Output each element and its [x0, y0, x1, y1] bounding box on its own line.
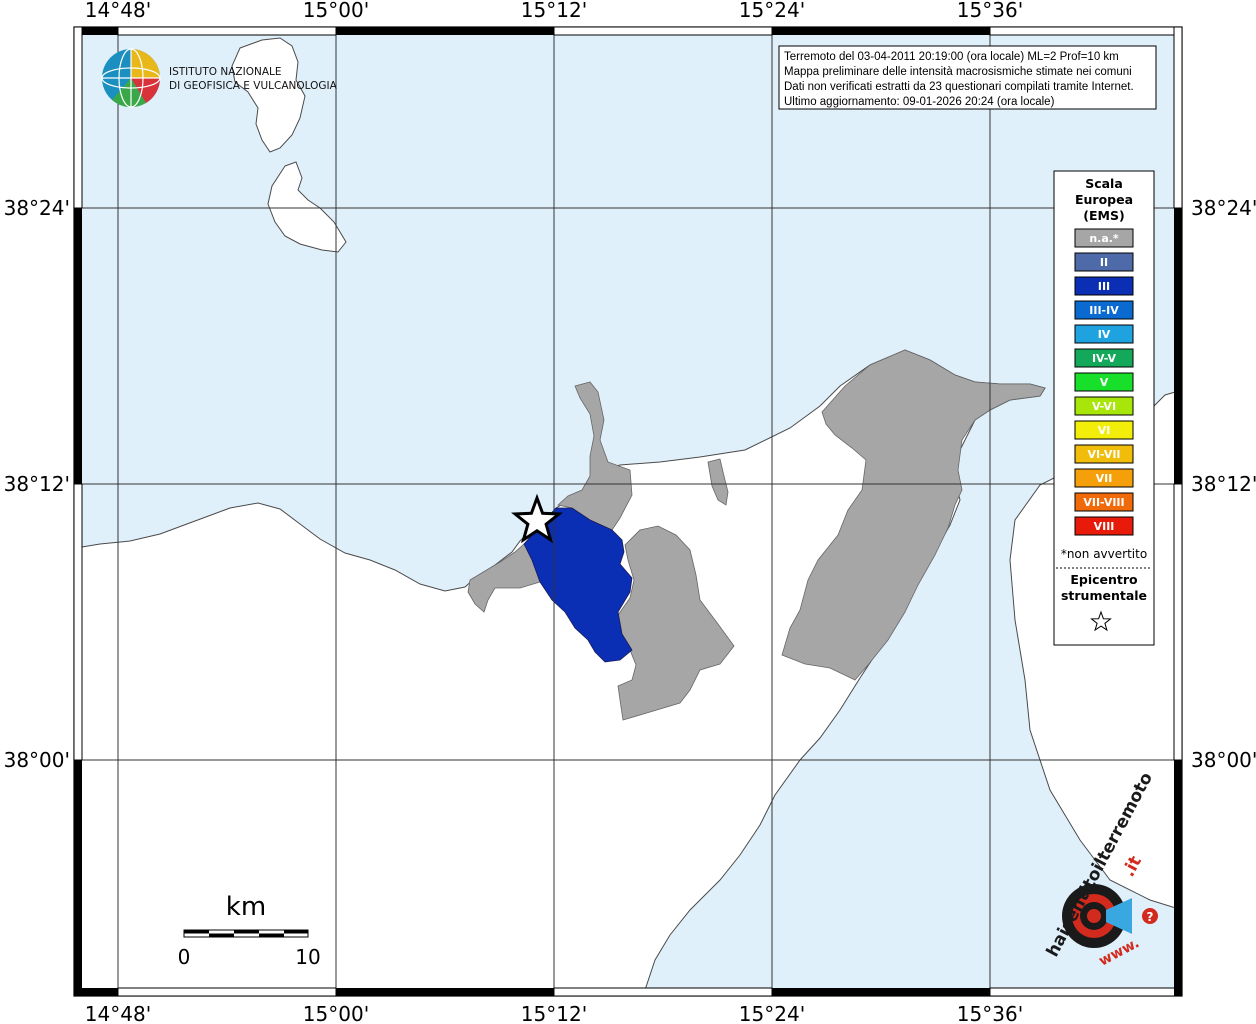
legend-item-label: III [1098, 280, 1110, 293]
legend-item-label: II [1100, 256, 1108, 269]
legend-item-label: VI-VII [1087, 448, 1120, 461]
legend-item-label: III-IV [1089, 304, 1119, 317]
svg-text:?: ? [1147, 910, 1154, 924]
lon-label-top-5: 15°36' [957, 0, 1023, 22]
legend-item-label: VII [1096, 472, 1113, 485]
legend-item-label: VIII [1094, 520, 1115, 533]
lon-label-top-2: 15°00' [303, 0, 369, 22]
lon-label-top-3: 15°12' [521, 0, 587, 22]
ingv-logo-line1: ISTITUTO NAZIONALE [169, 66, 282, 78]
info-line-4: Ultimo aggiornamento: 09-01-2026 20:24 (… [784, 96, 1055, 108]
globe-icon [101, 48, 161, 108]
info-line-2: Mappa preliminare delle intensità macros… [784, 66, 1132, 78]
map-canvas: 14°48' 15°00' 15°12' 15°24' 15°36' 14°48… [4, 0, 1256, 1024]
ingv-logo-line2: DI GEOFISICA E VULCANOLOGIA [169, 80, 338, 92]
legend: Scala Europea (EMS) n.a.*IIIIIIII-IVIVIV… [1053, 170, 1155, 646]
legend-note: *non avvertito [1061, 547, 1147, 561]
scale-unit: km [226, 892, 266, 922]
legend-item-label: VI [1098, 424, 1111, 437]
lon-label-top-4: 15°24' [739, 0, 805, 22]
lat-label-right-3: 38°00' [1191, 748, 1256, 772]
lat-label-left-2: 38°12' [4, 472, 70, 496]
legend-item-label: n.a.* [1089, 232, 1119, 245]
scale-min-label: 0 [178, 945, 191, 969]
lon-label-bottom-5: 15°36' [957, 1002, 1023, 1024]
legend-item-label: VII-VIII [1083, 496, 1124, 509]
legend-epicenter-line2: strumentale [1061, 588, 1147, 603]
lon-label-bottom-4: 15°24' [739, 1002, 805, 1024]
info-box: Terremoto del 03-04-2011 20:19:00 (ora l… [778, 45, 1157, 110]
legend-item-label: V [1100, 376, 1109, 389]
legend-item-label: V-VI [1092, 400, 1116, 413]
legend-title-1: Scala [1085, 176, 1123, 191]
scale-max-label: 10 [295, 945, 320, 969]
info-line-1: Terremoto del 03-04-2011 20:19:00 (ora l… [784, 51, 1119, 63]
lat-label-right-1: 38°24' [1191, 196, 1256, 220]
lon-label-bottom-1: 14°48' [85, 1002, 151, 1024]
lat-label-left-1: 38°24' [4, 196, 70, 220]
legend-epicenter-line1: Epicentro [1070, 572, 1138, 587]
question-icon: ? [1142, 908, 1158, 924]
legend-title-3: (EMS) [1083, 208, 1124, 223]
lat-label-right-2: 38°12' [1191, 472, 1256, 496]
lon-label-top-1: 14°48' [85, 0, 151, 22]
legend-title-2: Europea [1075, 192, 1133, 207]
legend-item-label: IV-V [1092, 352, 1117, 365]
lon-label-bottom-3: 15°12' [521, 1002, 587, 1024]
lon-label-bottom-2: 15°00' [303, 1002, 369, 1024]
info-line-3: Dati non verificati estratti da 23 quest… [784, 81, 1134, 93]
legend-item-label: IV [1098, 328, 1111, 341]
lat-label-left-3: 38°00' [4, 748, 70, 772]
